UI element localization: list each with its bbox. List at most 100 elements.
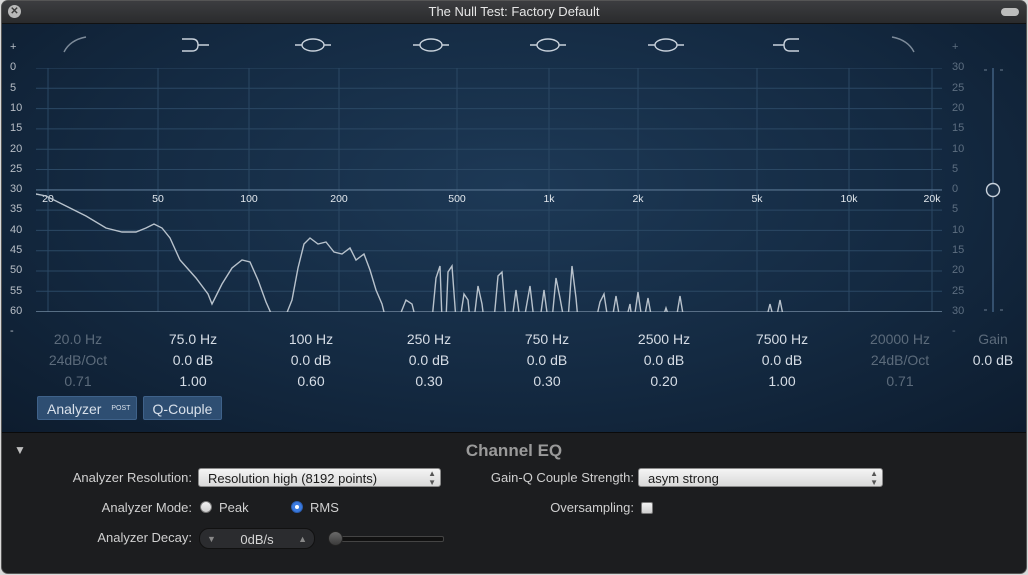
- rms-radio[interactable]: [291, 501, 303, 513]
- freq-label: 500: [448, 193, 466, 205]
- band-3-q[interactable]: 0.60: [261, 371, 361, 392]
- gain-q-couple-popup[interactable]: asym strong ▲ ▼: [638, 468, 883, 487]
- band-7-gain[interactable]: 0.0 dB: [732, 350, 832, 371]
- spectrum-graph[interactable]: 20 50 100 200 500 1k 2k 5k 10k 20k: [36, 68, 942, 312]
- band-6-q[interactable]: 0.20: [614, 371, 714, 392]
- band-7-freq[interactable]: 7500 Hz: [732, 329, 832, 350]
- db-tick-left: 40: [10, 223, 23, 236]
- band-5-params: 750 Hz 0.0 dB 0.30: [497, 329, 597, 392]
- db-tick-right: 20: [952, 101, 965, 114]
- band-3-gain[interactable]: 0.0 dB: [261, 350, 361, 371]
- analyzer-decay-label: Analyzer Decay:: [97, 530, 192, 545]
- band-1-params: 20.0 Hz 24dB/Oct 0.71: [28, 329, 128, 392]
- analyzer-resolution-label: Analyzer Resolution:: [72, 470, 192, 485]
- band-5-freq[interactable]: 750 Hz: [497, 329, 597, 350]
- band-2-params: 75.0 Hz 0.0 dB 1.00: [143, 329, 243, 392]
- analyzer-button-label: Analyzer: [47, 401, 102, 417]
- gain-q-couple-value: asym strong: [648, 471, 719, 486]
- rms-radio-label: RMS: [310, 500, 339, 515]
- bell-icon-3: [413, 38, 449, 52]
- peak-radio-label: Peak: [219, 500, 249, 515]
- analyzer-post-badge: POST: [111, 405, 131, 412]
- band-7-params: 7500 Hz 0.0 dB 1.00: [732, 329, 832, 392]
- band-8-freq[interactable]: 20000 Hz: [850, 329, 950, 350]
- low-shelf-icon: [182, 38, 209, 52]
- band-1-freq[interactable]: 20.0 Hz: [28, 329, 128, 350]
- band-3-freq[interactable]: 100 Hz: [261, 329, 361, 350]
- band-6-freq[interactable]: 2500 Hz: [614, 329, 714, 350]
- freq-label: 5k: [751, 193, 763, 205]
- freq-label: 50: [152, 193, 164, 205]
- db-tick-right: 10: [952, 223, 965, 236]
- band-1-q[interactable]: 0.71: [28, 371, 128, 392]
- band-1-gain[interactable]: 24dB/Oct: [28, 350, 128, 371]
- analyzer-resolution-value: Resolution high (8192 points): [208, 471, 378, 486]
- db-tick-left: 60: [10, 304, 23, 317]
- increment-arrow-icon[interactable]: ▲: [298, 529, 307, 550]
- freq-label: 1k: [543, 193, 555, 205]
- analyzer-resolution-popup[interactable]: Resolution high (8192 points) ▲ ▼: [198, 468, 441, 487]
- analyzer-mode-label: Analyzer Mode:: [101, 500, 192, 515]
- db-tick-left: 5: [10, 81, 17, 94]
- toolbar-toggle-button[interactable]: [1001, 8, 1019, 16]
- master-gain-slider[interactable]: [978, 68, 1008, 318]
- bell-icon-4: [530, 38, 566, 52]
- peak-radio[interactable]: [200, 501, 212, 513]
- analyzer-decay-stepper[interactable]: ▼ 0dB/s ▲: [199, 528, 315, 549]
- q-couple-button[interactable]: Q-Couple: [143, 396, 222, 420]
- db-tick-right: 30: [952, 61, 965, 74]
- updown-arrows-icon: ▲ ▼: [428, 469, 436, 487]
- db-tick-left: -: [10, 325, 14, 338]
- band-6-gain[interactable]: 0.0 dB: [614, 350, 714, 371]
- band-7-q[interactable]: 1.00: [732, 371, 832, 392]
- analyzer-decay-slider[interactable]: [332, 536, 444, 542]
- eq-display: +0 5 10 15 20 25 30 35 40 45 50 55 60- +30 25 20 15 10 5 0…: [2, 24, 1026, 432]
- band-6-params: 2500 Hz 0.0 dB 0.20: [614, 329, 714, 392]
- band-4-gain[interactable]: 0.0 dB: [379, 350, 479, 371]
- band-8-gain[interactable]: 24dB/Oct: [850, 350, 950, 371]
- window-title: The Null Test: Factory Default: [428, 4, 600, 19]
- band-5-q[interactable]: 0.30: [497, 371, 597, 392]
- db-tick-right: 20: [952, 264, 965, 277]
- db-tick-right: 25: [952, 81, 965, 94]
- band-5-gain[interactable]: 0.0 dB: [497, 350, 597, 371]
- section-title: Channel EQ: [465, 441, 563, 460]
- freq-label: 20k: [924, 193, 942, 205]
- band-4-params: 250 Hz 0.0 dB 0.30: [379, 329, 479, 392]
- db-tick-right: 10: [952, 142, 965, 155]
- analyzer-button[interactable]: Analyzer POST: [37, 396, 137, 420]
- db-tick-left: 25: [10, 162, 23, 175]
- master-gain-value[interactable]: 0.0 dB: [943, 350, 1026, 371]
- db-tick-left: 10: [10, 101, 23, 114]
- updown-arrows-icon: ▲ ▼: [870, 469, 878, 487]
- band-8-q[interactable]: 0.71: [850, 371, 950, 392]
- db-tick-right: 15: [952, 244, 965, 256]
- db-tick-right: +: [952, 41, 959, 53]
- master-gain-label: Gain: [978, 331, 1008, 347]
- freq-label: 10k: [841, 193, 859, 205]
- low-cut-icon: [63, 36, 87, 53]
- band-2-gain[interactable]: 0.0 dB: [143, 350, 243, 371]
- band-2-freq[interactable]: 75.0 Hz: [143, 329, 243, 350]
- plugin-window: ✕ The Null Test: Factory Default +0 5 10 15…: [2, 1, 1026, 573]
- analyzer-curve: [36, 193, 784, 312]
- band-2-q[interactable]: 1.00: [143, 371, 243, 392]
- db-tick-right: 30: [952, 304, 965, 317]
- title-bar: ✕ The Null Test: Factory Default: [2, 1, 1026, 24]
- db-tick-left: 30: [10, 183, 23, 196]
- band-4-freq[interactable]: 250 Hz: [379, 329, 479, 350]
- db-tick-left: 0: [10, 61, 17, 74]
- high-cut-icon: [891, 36, 915, 53]
- db-tick-left: 45: [10, 244, 23, 256]
- band-4-q[interactable]: 0.30: [379, 371, 479, 392]
- master-gain-readout: Gain 0.0 dB: [943, 329, 1026, 371]
- high-shelf-icon: [773, 38, 799, 52]
- analyzer-decay-knob[interactable]: [328, 531, 343, 546]
- gain-knob: [985, 182, 1001, 198]
- db-tick-right: 5: [952, 162, 959, 175]
- analyzer-decay-value: 0dB/s: [240, 532, 274, 547]
- band-8-params: 20000 Hz 24dB/Oct 0.71: [850, 329, 950, 392]
- oversampling-checkbox[interactable]: [641, 502, 653, 514]
- db-tick-left: +: [10, 41, 17, 53]
- bell-icon-5: [648, 38, 684, 52]
